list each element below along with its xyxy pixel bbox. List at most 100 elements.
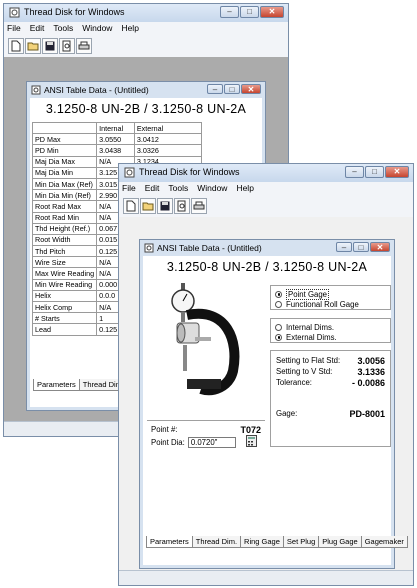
table-row: PD Min 3.0438 3.0326 <box>31 144 203 157</box>
tab-parameters[interactable]: Parameters <box>146 536 193 548</box>
menu-help[interactable]: Help <box>121 22 138 35</box>
table-cell[interactable]: 3.0412 <box>133 133 203 146</box>
child-maximize-button[interactable]: □ <box>353 242 369 252</box>
radio-point-gage[interactable]: Point Gage <box>275 288 386 300</box>
point-number-row: Point #: T072 <box>151 424 261 435</box>
child-minimize-button[interactable]: – <box>207 84 223 94</box>
radio-label: Functional Roll Gage <box>286 299 359 309</box>
child-window-icon <box>144 243 154 253</box>
radio-external-dims-indicator[interactable] <box>275 333 282 341</box>
print-preview-icon[interactable] <box>174 198 190 214</box>
front-toolbar <box>119 195 413 217</box>
child-maximize-button[interactable]: □ <box>224 84 240 94</box>
new-document-icon[interactable] <box>123 198 139 214</box>
radio-external-dims[interactable]: External Dims. <box>275 332 386 342</box>
table-header-row: Internal External <box>31 121 203 135</box>
tab-parameters[interactable]: Parameters <box>33 379 80 391</box>
front-ansi-table-window: ANSI Table Data - (Untitled) – □ ✕ 3.125… <box>139 239 408 569</box>
menu-help[interactable]: Help <box>236 182 253 195</box>
child-close-button[interactable]: ✕ <box>241 84 261 94</box>
table-cell: Thd Pitch <box>31 245 98 258</box>
radio-label: Point Gage <box>286 288 330 300</box>
gage-id-row: Gage: PD-8001 <box>276 408 385 419</box>
front-child-title: ANSI Table Data - (Untitled) <box>157 243 262 253</box>
table-cell[interactable]: 3.0550 <box>96 133 135 146</box>
front-app-title: Thread Disk for Windows <box>139 167 240 177</box>
radio-internal-dims[interactable]: Internal Dims. <box>275 322 386 332</box>
child-minimize-button[interactable]: – <box>336 242 352 252</box>
table-cell: Min Dia Min (Ref) <box>31 189 98 202</box>
table-header-cell: External <box>133 121 203 135</box>
calculator-icon[interactable] <box>245 435 257 449</box>
radio-functional-roll-gage-indicator[interactable] <box>275 300 282 308</box>
radio-internal-dims-indicator[interactable] <box>275 323 282 331</box>
radio-label: External Dims. <box>286 332 337 342</box>
table-cell: PD Min <box>31 144 98 157</box>
app-icon <box>9 7 20 18</box>
table-cell: Maj Dia Max <box>31 155 98 168</box>
table-cell[interactable]: 3.0438 <box>96 144 135 157</box>
front-title-bar[interactable]: Thread Disk for Windows – □ ✕ <box>119 164 413 182</box>
maximize-button[interactable]: □ <box>365 166 384 178</box>
maximize-button[interactable]: □ <box>240 6 259 18</box>
table-header-cell: Internal <box>96 121 135 135</box>
setting-value: - 0.0086 <box>351 377 385 388</box>
radio-functional-roll-gage[interactable]: Functional Roll Gage <box>275 299 386 309</box>
point-dia-input[interactable]: 0.0720" <box>187 436 236 448</box>
setting-tolerance: Tolerance: - 0.0086 <box>276 377 385 388</box>
table-cell[interactable]: 3.0326 <box>133 144 203 157</box>
minimize-button[interactable]: – <box>220 6 239 18</box>
front-child-title-bar[interactable]: ANSI Table Data - (Untitled) – □ ✕ <box>140 240 394 256</box>
app-icon <box>124 167 135 178</box>
front-tab-strip: Parameters Thread Dim. Ring Gage Set Plu… <box>146 536 408 548</box>
menu-edit[interactable]: Edit <box>145 182 160 195</box>
tab-thread-dim[interactable]: Thread Dim. <box>191 536 242 548</box>
back-tab-strip: Parameters Thread Dim <box>33 379 126 391</box>
point-number-value: T072 <box>240 424 261 435</box>
tab-plug-gage[interactable]: Plug Gage <box>318 536 362 548</box>
menu-tools[interactable]: Tools <box>168 182 188 195</box>
setting-value: 3.0056 <box>357 355 385 366</box>
setting-v-std: Setting to V Std: 3.1336 <box>276 366 385 377</box>
table-cell: Min Dia Max (Ref) <box>31 177 98 191</box>
close-button[interactable]: ✕ <box>385 166 409 178</box>
menu-edit[interactable]: Edit <box>30 22 45 35</box>
front-thread-header: 3.1250-8 UN-2B / 3.1250-8 UN-2A <box>166 260 368 274</box>
back-child-title-bar[interactable]: ANSI Table Data - (Untitled) – □ ✕ <box>27 82 265 98</box>
table-row: PD Max 3.0550 3.0412 <box>31 133 203 146</box>
tab-gagemaker[interactable]: Gagemaker <box>360 536 408 548</box>
back-title-bar[interactable]: Thread Disk for Windows – □ ✕ <box>4 4 288 22</box>
menu-tools[interactable]: Tools <box>53 22 73 35</box>
point-number-label: Point #: <box>151 425 178 434</box>
tab-ring-gage[interactable]: Ring Gage <box>240 536 284 548</box>
menu-window[interactable]: Window <box>82 22 112 35</box>
print-preview-icon[interactable] <box>59 38 75 54</box>
front-menu-bar: File Edit Tools Window Help <box>119 182 413 195</box>
dims-group: Internal Dims. External Dims. <box>270 318 391 343</box>
radio-point-gage-indicator[interactable] <box>275 290 282 298</box>
point-gage-illustration <box>171 283 240 396</box>
open-folder-icon[interactable] <box>140 198 156 214</box>
menu-file[interactable]: File <box>122 182 136 195</box>
minimize-button[interactable]: – <box>345 166 364 178</box>
point-info-group: Point #: T072 Point Dia: 0.0720" <box>147 420 265 450</box>
setting-value: 3.1336 <box>357 366 385 377</box>
tab-set-plug[interactable]: Set Plug <box>282 536 320 548</box>
gage-type-group: Point Gage Functional Roll Gage <box>270 285 391 310</box>
print-icon[interactable] <box>191 198 207 214</box>
menu-window[interactable]: Window <box>197 182 227 195</box>
print-icon[interactable] <box>76 38 92 54</box>
child-close-button[interactable]: ✕ <box>370 242 390 252</box>
table-cell: Wire Size <box>31 256 98 269</box>
table-cell: Root Rad Max <box>31 200 98 213</box>
new-document-icon[interactable] <box>8 38 24 54</box>
menu-file[interactable]: File <box>7 22 21 35</box>
back-menu-bar: File Edit Tools Window Help <box>4 22 288 35</box>
close-button[interactable]: ✕ <box>260 6 284 18</box>
table-cell: # Starts <box>31 312 98 325</box>
save-disk-icon[interactable] <box>157 198 173 214</box>
save-disk-icon[interactable] <box>42 38 58 54</box>
settings-group: Setting to Flat Std: 3.0056 Setting to V… <box>270 350 391 447</box>
back-thread-header: 3.1250-8 UN-2B / 3.1250-8 UN-2A <box>45 102 247 116</box>
open-folder-icon[interactable] <box>25 38 41 54</box>
